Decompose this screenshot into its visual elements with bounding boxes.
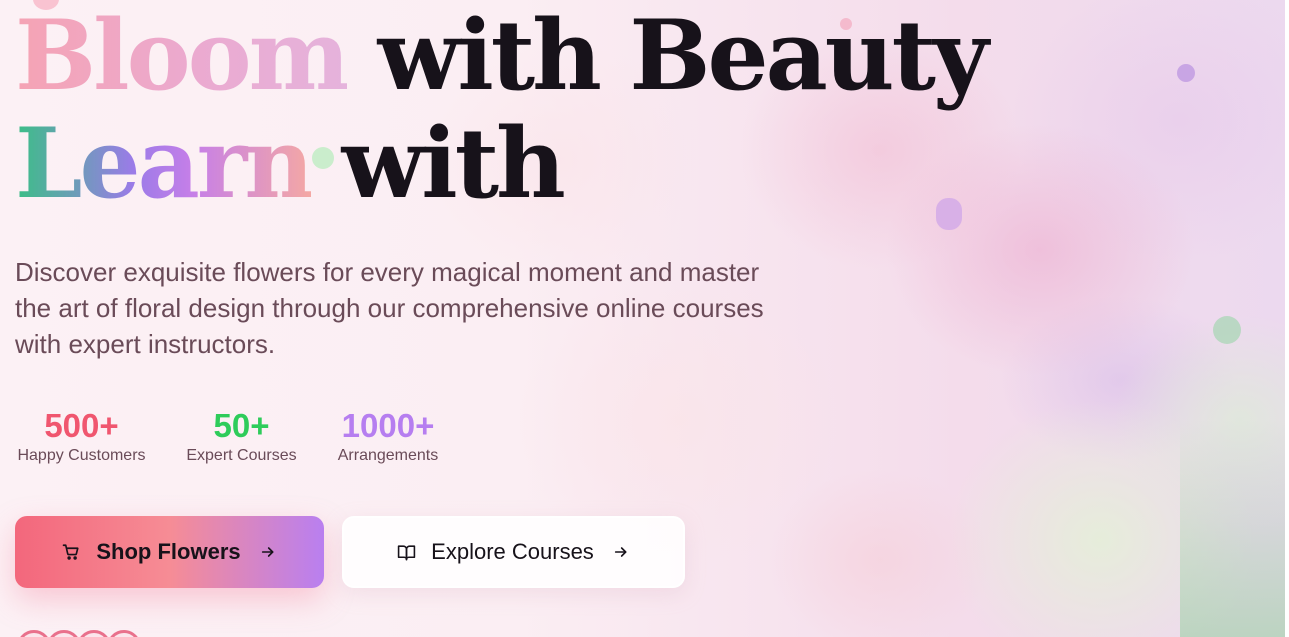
stat-expert-courses: 50+ Expert Courses xyxy=(184,406,299,466)
shop-flowers-button[interactable]: Shop Flowers xyxy=(15,516,324,588)
stat-value: 1000+ xyxy=(341,407,435,444)
decorative-dot xyxy=(1177,64,1195,82)
title-accent-learn: Learn xyxy=(15,107,314,220)
hero-subtitle: Discover exquisite flowers for every mag… xyxy=(15,257,764,359)
hero-section: Bloom with Beauty Learn with Discover ex… xyxy=(0,0,1289,637)
stat-happy-customers: 500+ Happy Customers xyxy=(15,406,148,466)
shop-flowers-label: Shop Flowers xyxy=(96,539,241,564)
shopping-cart-icon xyxy=(60,541,82,563)
book-open-icon xyxy=(395,541,417,563)
page-edge xyxy=(1285,0,1289,637)
hero-title-line-1: Bloom with Beauty xyxy=(15,8,989,104)
title-text: with Beauty xyxy=(347,0,989,112)
hero-title-line-2: Learn with xyxy=(15,116,566,212)
stat-value: 500+ xyxy=(44,407,119,444)
stat-label: Arrangements xyxy=(337,447,439,464)
stat-arrangements: 1000+ Arrangements xyxy=(335,406,441,466)
arrow-right-icon xyxy=(610,541,632,563)
title-accent-bloom: Bloom xyxy=(15,0,350,112)
explore-courses-button[interactable]: Explore Courses xyxy=(342,516,685,588)
stat-label: Happy Customers xyxy=(17,447,146,464)
decorative-dot xyxy=(1213,316,1241,344)
stat-value: 50+ xyxy=(213,407,270,444)
stat-label: Expert Courses xyxy=(186,447,297,464)
explore-courses-label: Explore Courses xyxy=(431,539,594,564)
background-foliage xyxy=(1180,420,1285,637)
title-text: with xyxy=(311,107,566,220)
arrow-right-icon xyxy=(257,541,279,563)
decorative-dot xyxy=(936,198,962,230)
